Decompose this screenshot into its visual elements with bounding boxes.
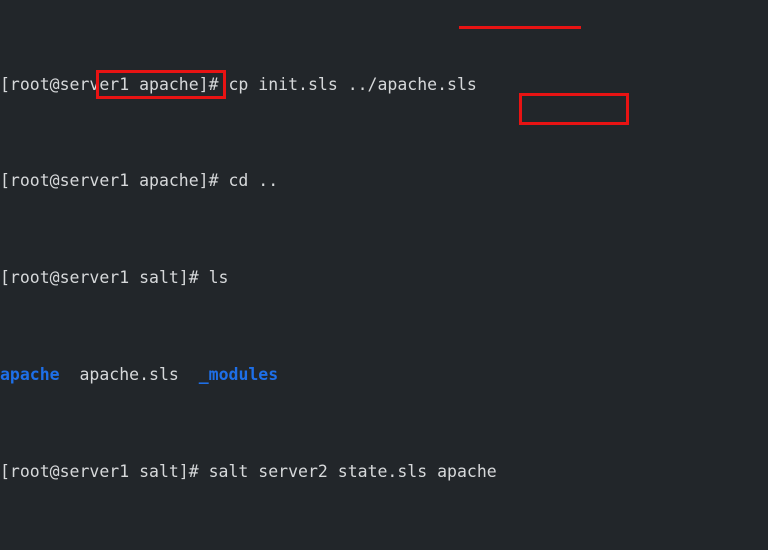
command-ls: ls — [208, 268, 229, 288]
command-cd: cd .. — [228, 171, 279, 191]
shell-prompt: [root@server1 salt]# — [0, 461, 209, 481]
terminal-screen: [root@server1 apache]# cp init.sls ../ap… — [0, 0, 576, 550]
terminal-line-4-ls-output: apache apache.sls _modules — [0, 363, 576, 387]
ls-entry-apache-sls: apache.sls — [79, 365, 179, 384]
ls-spacer — [179, 365, 199, 384]
shell-prompt: [root@server1 apache]# — [0, 171, 229, 191]
terminal-line-2: [root@server1 apache]# cd .. — [0, 169, 576, 193]
terminal-line-3: [root@server1 salt]# ls — [0, 266, 576, 290]
annotation-underline-apache-sls-path — [459, 26, 581, 29]
terminal-line-5: [root@server1 salt]# salt server2 state.… — [0, 460, 576, 484]
annotation-box-apache-sls-file — [96, 70, 226, 99]
command-salt-state-sls: salt server2 state.sls apache — [208, 461, 497, 481]
terminal-window[interactable]: [root@server1 apache]# cp init.sls ../ap… — [0, 0, 768, 550]
command-cp: cp init.sls ../apache.sls — [228, 74, 477, 94]
ls-entry-apache-dir: apache — [0, 365, 60, 384]
ls-spacer — [60, 365, 80, 384]
annotation-box-apache-state-arg — [519, 93, 629, 125]
terminal-line-1: [root@server1 apache]# cp init.sls ../ap… — [0, 73, 576, 97]
shell-prompt: [root@server1 salt]# — [0, 268, 209, 288]
ls-entry-modules-dir: _modules — [198, 365, 279, 384]
